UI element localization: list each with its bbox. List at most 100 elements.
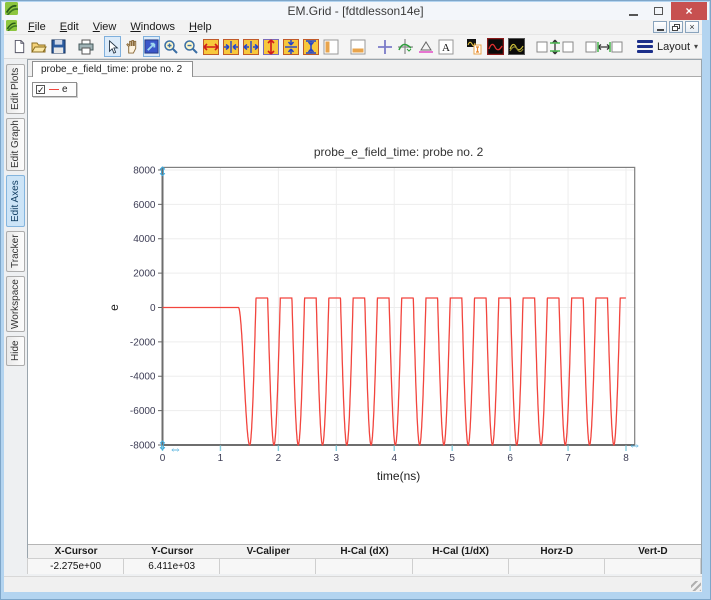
expand-y-icon[interactable]: [262, 36, 280, 57]
resize-grip-icon[interactable]: [691, 581, 701, 591]
menu-view[interactable]: View: [86, 21, 124, 33]
dropdown-arrow-icon: ▾: [694, 42, 698, 51]
plot-export-icon[interactable]: [465, 36, 484, 57]
sidebar-tab-edit-graph[interactable]: Edit Graph: [6, 118, 25, 171]
svg-text:2: 2: [276, 453, 282, 464]
menu-bar: File Edit View Windows Help ×: [4, 20, 702, 35]
sidebar-tab-tracker[interactable]: Tracker: [6, 231, 25, 272]
plot-tab[interactable]: probe_e_field_time: probe no. 2: [32, 61, 193, 77]
svg-text:3: 3: [334, 453, 340, 464]
readout-value-y-cursor: 6.411e+03: [123, 558, 220, 574]
legend-line-swatch: —: [49, 84, 58, 95]
svg-text:8: 8: [623, 453, 629, 464]
svg-text:4: 4: [391, 453, 397, 464]
svg-text:0: 0: [150, 303, 156, 314]
sidebar-tab-edit-axes[interactable]: Edit Axes: [6, 175, 25, 227]
fit-y-group-icon[interactable]: [535, 36, 575, 57]
open-file-icon[interactable]: [30, 36, 48, 57]
readout-header-vert-d: Vert-D: [605, 545, 701, 558]
svg-text:7: 7: [565, 453, 571, 464]
document-panel: probe_e_field_time: probe no. 2 0 1 2 3 4 5 6 7…: [27, 59, 702, 574]
sidebar: Edit Plots Edit Graph Edit Axes Tracker …: [4, 59, 27, 576]
svg-text:4000: 4000: [133, 234, 156, 245]
readout-value-x-cursor: -2.275e+00: [27, 558, 124, 574]
fit-x-group-icon[interactable]: [584, 36, 624, 57]
toolbar: A Layout ▾: [4, 35, 702, 59]
y-axis-bottom-handle-icon[interactable]: ⇕: [157, 438, 168, 453]
menu-file[interactable]: File: [21, 21, 53, 33]
text-label-icon[interactable]: A: [437, 36, 455, 57]
readout-header-h-cal-dx: H-Cal (dX): [316, 545, 412, 558]
scale-x-out-icon[interactable]: [222, 36, 240, 57]
scale-y-in-icon[interactable]: [302, 36, 320, 57]
layout-menu-icon: [637, 40, 653, 53]
new-file-icon[interactable]: [11, 36, 28, 57]
readout-header-horz-d: Horz-D: [509, 545, 605, 558]
legend-checkbox[interactable]: ✓: [36, 85, 45, 94]
svg-text:8000: 8000: [133, 165, 156, 176]
readout-value-h-cal-dx: [315, 558, 412, 574]
plot-legend[interactable]: ✓ — e: [32, 82, 77, 97]
x-axis-left-handle-icon[interactable]: ⇔: [169, 441, 182, 456]
plot-area[interactable]: 012345678-8000-6000-4000-200002000400060…: [28, 78, 701, 544]
readout-header-h-cal-1dx: H-Cal (1/dX): [413, 545, 509, 558]
readout-header-y-cursor: Y-Cursor: [124, 545, 220, 558]
svg-text:6: 6: [507, 453, 513, 464]
title-bar[interactable]: EM.Grid - [fdtdlesson14e] ×: [2, 2, 709, 20]
maximize-button[interactable]: [646, 2, 671, 20]
svg-text:0: 0: [160, 453, 166, 464]
readout-header-v-caliper: V-Caliper: [220, 545, 316, 558]
zoom-box-icon[interactable]: [143, 36, 160, 57]
crosshair-icon[interactable]: [376, 36, 394, 57]
app-window: EM.Grid - [fdtdlesson14e] × File Edit Vi…: [0, 0, 711, 600]
y-axis-top-handle-icon[interactable]: ⇕: [157, 164, 168, 179]
window-title: EM.Grid - [fdtdlesson14e]: [2, 4, 709, 18]
sidebar-tab-edit-plots[interactable]: Edit Plots: [6, 64, 25, 114]
zoom-in-icon[interactable]: [162, 36, 180, 57]
svg-text:-6000: -6000: [130, 406, 156, 417]
svg-text:2000: 2000: [133, 269, 156, 280]
svg-text:6000: 6000: [133, 200, 156, 211]
left-margin-icon[interactable]: [322, 36, 340, 57]
y-axis-label: e: [107, 304, 121, 311]
svg-text:5: 5: [449, 453, 455, 464]
mdi-close-button[interactable]: ×: [685, 21, 699, 33]
sidebar-tab-hide[interactable]: Hide: [6, 336, 25, 366]
document-logo-icon: [6, 18, 17, 36]
menu-help[interactable]: Help: [182, 21, 219, 33]
chart-title: probe_e_field_time: probe no. 2: [314, 145, 484, 159]
save-icon[interactable]: [50, 36, 67, 57]
print-icon[interactable]: [77, 36, 95, 57]
dark-plot-red-icon[interactable]: [486, 36, 505, 57]
bottom-margin-icon[interactable]: [349, 36, 367, 57]
expand-x-icon[interactable]: [202, 36, 220, 57]
mdi-restore-button[interactable]: [669, 21, 683, 33]
main-area: Edit Plots Edit Graph Edit Axes Tracker …: [4, 59, 702, 576]
svg-text:1: 1: [218, 453, 224, 464]
scale-x-in-icon[interactable]: [242, 36, 260, 57]
menu-edit[interactable]: Edit: [53, 21, 86, 33]
sidebar-tab-workspace[interactable]: Workspace: [6, 276, 25, 332]
layout-label: Layout: [657, 41, 690, 53]
readout-value-vert-d: [604, 558, 701, 574]
zoom-out-icon[interactable]: [182, 36, 200, 57]
svg-text:A: A: [442, 42, 450, 54]
select-arrow-icon[interactable]: [104, 36, 121, 57]
svg-text:-8000: -8000: [130, 441, 156, 452]
minimize-button[interactable]: [621, 2, 646, 20]
plot-tab-strip: probe_e_field_time: probe no. 2: [28, 60, 701, 77]
close-button[interactable]: ×: [671, 2, 707, 20]
menu-windows[interactable]: Windows: [123, 21, 182, 33]
mdi-minimize-button[interactable]: [653, 21, 667, 33]
layout-menu-button[interactable]: Layout ▾: [633, 38, 702, 55]
pan-hand-icon[interactable]: [123, 36, 140, 57]
plot-canvas[interactable]: 012345678-8000-6000-4000-200002000400060…: [28, 78, 701, 544]
dark-plot-yellow-icon[interactable]: [507, 36, 526, 57]
caliper-icon[interactable]: [417, 36, 435, 57]
scale-y-out-icon[interactable]: [282, 36, 300, 57]
readout-value-horz-d: [508, 558, 605, 574]
tracker-icon[interactable]: [396, 36, 415, 57]
x-axis-label: time(ns): [377, 469, 420, 483]
x-axis-right-handle-icon[interactable]: ⇔: [628, 437, 641, 452]
cursor-readout-table: X-Cursor Y-Cursor V-Caliper H-Cal (dX) H…: [28, 544, 701, 573]
